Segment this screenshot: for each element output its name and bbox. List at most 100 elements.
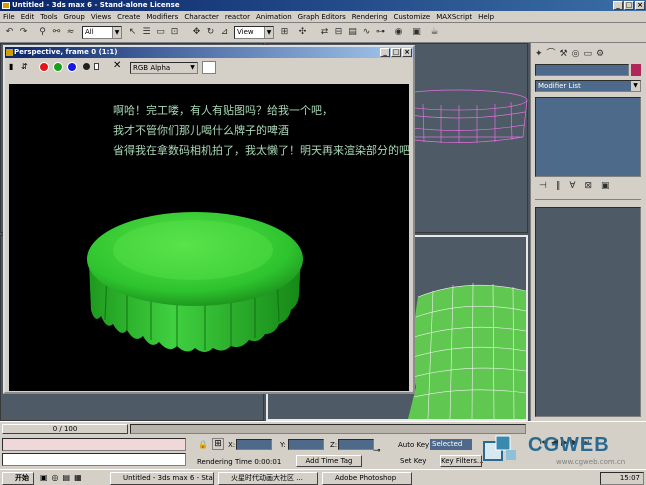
green-channel-icon[interactable]	[53, 62, 63, 72]
windows-taskbar: 开始 ▣◎▤▦ Untitled - 3ds max 6 - Sta... 火星…	[0, 469, 646, 485]
selected-dropdown[interactable]: Selected	[430, 439, 472, 450]
render-scene-icon[interactable]: ▣	[410, 26, 423, 39]
taskbar-item-3dsmax[interactable]: Untitled - 3ds max 6 - Sta...	[110, 472, 214, 485]
modifier-list-label: Modifier List	[538, 82, 581, 90]
render-minimize-button[interactable]: _	[380, 48, 390, 57]
bind-space-warp-icon[interactable]: ≈	[64, 26, 77, 39]
menu-reactor[interactable]: reactor	[222, 11, 253, 23]
x-label: X:	[228, 441, 236, 449]
menu-tools[interactable]: Tools	[37, 11, 60, 23]
object-name-field[interactable]	[535, 64, 629, 76]
render-close-button[interactable]: ×	[402, 48, 412, 57]
object-color-swatch[interactable]	[631, 64, 641, 76]
y-label: Y:	[280, 441, 286, 449]
absolute-mode-icon[interactable]: ⊞	[212, 438, 224, 450]
key-filters-button[interactable]: Key Filters...	[440, 455, 484, 467]
curve-editor-icon[interactable]: ∿	[360, 26, 373, 39]
main-toolbar: ↶ ↷ ⚲ ⚯ ≈ All ▼ ↖ ☰ ▭ ⊡ ✥ ↻ ⊿ View ▼ ⊞ ✣ ⇄…	[0, 23, 646, 43]
taskbar-item-photoshop-label: Adobe Photoshop	[335, 474, 397, 482]
z-coordinate-field[interactable]	[338, 439, 374, 450]
menu-group[interactable]: Group	[61, 11, 88, 23]
rendered-frame-window: Perspective, frame 0 (1:1) _ □ × ▮ ⇵ ✕ R…	[3, 45, 415, 394]
save-bitmap-icon[interactable]: ▮	[9, 62, 18, 71]
lock-icon[interactable]: 🔒	[198, 440, 208, 449]
display-channel-dropdown[interactable]: RGB Alpha ▼	[130, 62, 198, 74]
menu-edit[interactable]: Edit	[18, 11, 38, 23]
auto-key-button[interactable]: Auto Key	[398, 441, 429, 449]
menu-customize[interactable]: Customize	[390, 11, 433, 23]
alpha-channel-icon[interactable]	[83, 63, 90, 70]
clear-icon[interactable]: ✕	[113, 60, 123, 72]
app-title: Untitled - 3ds max 6 - Stand-alone Licen…	[12, 1, 180, 9]
taskbar-item-browser[interactable]: 火星时代动画大社区 ...	[218, 472, 318, 485]
monochrome-icon[interactable]	[94, 63, 99, 70]
key-icon[interactable]: ⊸	[373, 447, 393, 456]
select-manipulate-icon[interactable]: ✣	[296, 26, 309, 39]
menu-views[interactable]: Views	[88, 11, 114, 23]
cgweb-logo-mark	[478, 430, 524, 470]
taskbar-item-photoshop[interactable]: Adobe Photoshop	[322, 472, 412, 485]
align-icon[interactable]: ⊟	[332, 26, 345, 39]
time-slider[interactable]: 0 / 100	[2, 424, 128, 434]
reference-coord-value: View	[237, 28, 254, 36]
mirror-icon[interactable]: ⇄	[318, 26, 331, 39]
app-title-bar: Untitled - 3ds max 6 - Stand-alone Licen…	[0, 0, 646, 11]
red-channel-icon[interactable]	[39, 62, 49, 72]
maxscript-listener[interactable]	[2, 438, 186, 451]
add-time-tag-button[interactable]: Add Time Tag	[296, 455, 362, 467]
menu-modifiers[interactable]: Modifiers	[143, 11, 181, 23]
window-crossing-icon[interactable]: ⊡	[168, 26, 181, 39]
menu-graph-editors[interactable]: Graph Editors	[295, 11, 349, 23]
rendering-time: Rendering Time 0:00:01	[197, 458, 282, 466]
start-button[interactable]: 开始	[2, 472, 34, 485]
blue-channel-icon[interactable]	[67, 62, 77, 72]
prompt-line[interactable]	[2, 453, 186, 466]
render-maximize-button[interactable]: □	[391, 48, 401, 57]
menu-character[interactable]: Character	[181, 11, 222, 23]
caption-line-3: 省得我在拿数码相机拍了，我太懒了！明天再来渲染部分的吧~拜拜！^_^zZ	[113, 144, 409, 157]
frame-counter: 0 / 100	[52, 425, 78, 433]
panel-divider	[535, 199, 641, 200]
command-panel-tabs[interactable]: ✦⌒⚒◎▭⚙	[535, 46, 643, 59]
menu-help[interactable]: Help	[475, 11, 497, 23]
maximize-button[interactable]: □	[624, 1, 634, 10]
menu-file[interactable]: File	[0, 11, 18, 23]
material-editor-icon[interactable]: ◉	[392, 26, 405, 39]
reference-coord-dropdown[interactable]: View ▼	[234, 26, 274, 39]
clone-icon[interactable]: ⇵	[21, 62, 30, 71]
unlink-icon[interactable]: ⚯	[50, 26, 63, 39]
redo-icon[interactable]: ↷	[17, 26, 30, 39]
select-by-name-icon[interactable]: ☰	[140, 26, 153, 39]
pivot-center-icon[interactable]: ⊞	[278, 26, 291, 39]
y-coordinate-field[interactable]	[288, 439, 324, 450]
menu-animation[interactable]: Animation	[253, 11, 295, 23]
menu-maxscript[interactable]: MAXScript	[433, 11, 475, 23]
menu-create[interactable]: Create	[114, 11, 143, 23]
rectangular-selection-icon[interactable]: ▭	[154, 26, 167, 39]
select-rotate-icon[interactable]: ↻	[204, 26, 217, 39]
track-bar[interactable]	[130, 424, 526, 434]
link-icon[interactable]: ⚲	[36, 26, 49, 39]
color-swatch[interactable]	[202, 61, 216, 74]
select-scale-icon[interactable]: ⊿	[218, 26, 231, 39]
render-window-title: Perspective, frame 0 (1:1)	[14, 48, 118, 56]
selection-filter-dropdown[interactable]: All ▼	[82, 26, 122, 39]
close-button[interactable]: ×	[635, 1, 645, 10]
select-move-icon[interactable]: ✥	[190, 26, 203, 39]
stack-tools[interactable]: ⊣‖∀⊠▣	[539, 181, 639, 193]
quick-launch-icons[interactable]: ▣◎▤▦	[40, 473, 106, 484]
x-coordinate-field[interactable]	[236, 439, 272, 450]
modifier-list-dropdown[interactable]: Modifier List ▼	[535, 80, 641, 92]
menu-rendering[interactable]: Rendering	[349, 11, 391, 23]
modifier-stack[interactable]	[535, 97, 641, 177]
select-object-icon[interactable]: ↖	[126, 26, 139, 39]
undo-icon[interactable]: ↶	[3, 26, 16, 39]
quick-render-icon[interactable]: ☕	[428, 26, 441, 39]
minimize-button[interactable]: _	[613, 1, 623, 10]
chevron-down-icon: ▼	[264, 27, 273, 38]
set-key-button[interactable]: Set Key	[400, 457, 426, 465]
layer-manager-icon[interactable]: ▤	[346, 26, 359, 39]
render-window-toolbar: ▮ ⇵ ✕ RGB Alpha ▼	[5, 58, 413, 76]
caption-line-1: 啊哈！完工喽，有人有贴图吗？给我一个吧，	[113, 104, 333, 117]
schematic-view-icon[interactable]: ⊶	[374, 26, 387, 39]
